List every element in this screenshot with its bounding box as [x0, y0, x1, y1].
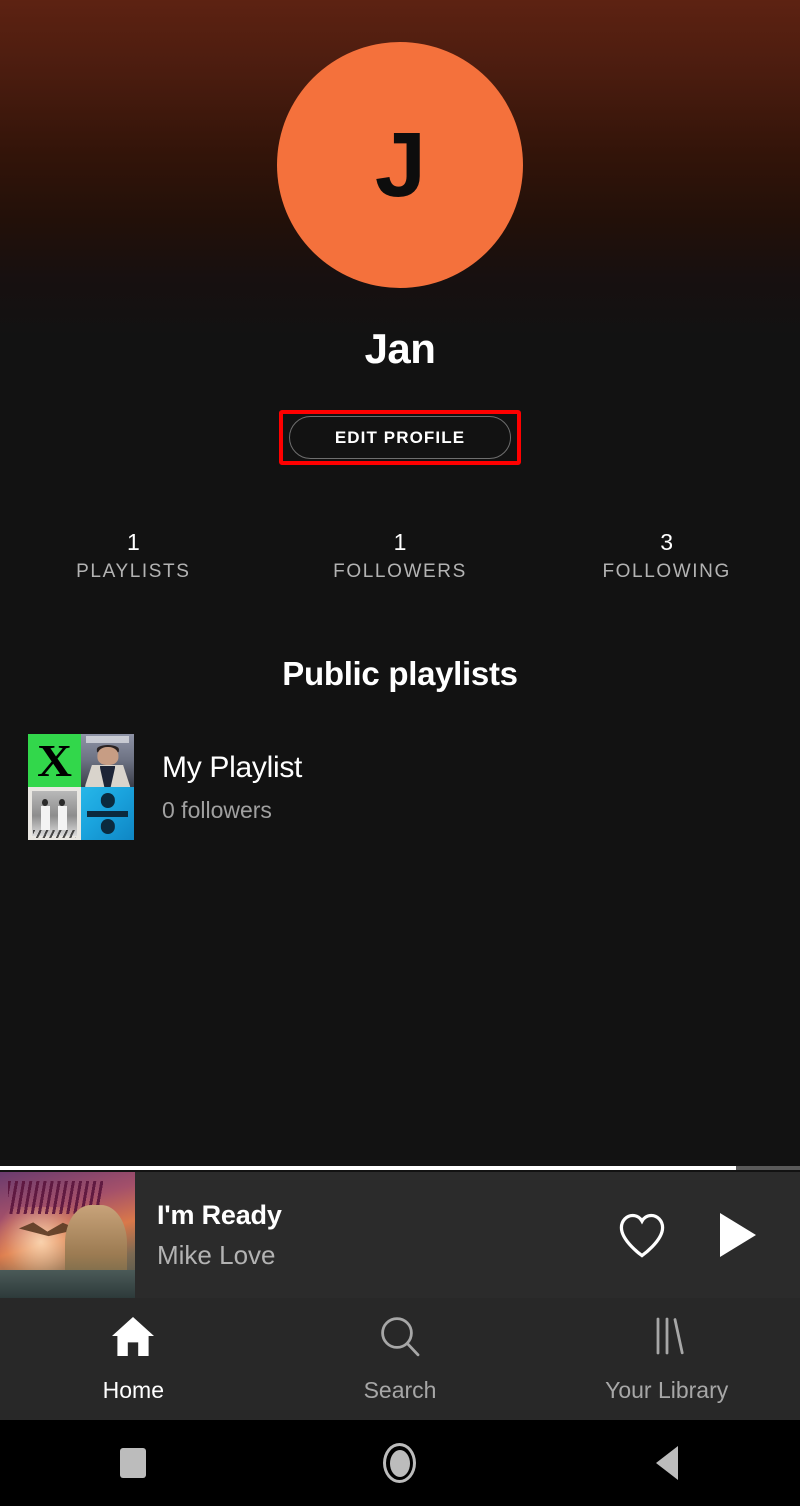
stat-playlists-value: 1 [126, 529, 140, 555]
playlist-cover-x-glyph: X [37, 734, 72, 786]
now-playing-controls [616, 1211, 800, 1259]
play-icon[interactable] [714, 1211, 758, 1259]
stat-followers[interactable]: 1 FOLLOWERS [267, 528, 534, 583]
avatar[interactable]: J [277, 42, 523, 288]
now-playing-album-art [0, 1172, 135, 1298]
tab-search[interactable]: Search [267, 1298, 534, 1420]
edit-profile-button[interactable]: EDIT PROFILE [289, 416, 511, 459]
home-icon [109, 1314, 157, 1363]
tab-your-library[interactable]: Your Library [533, 1298, 800, 1420]
public-playlists-heading: Public playlists [282, 655, 518, 692]
green-x-album-art-icon: X [28, 734, 81, 787]
profile-stats: 1 PLAYLISTS 1 FOLLOWERS 3 FOLLOWING [0, 528, 800, 583]
now-playing-metadata: I'm Ready Mike Love [157, 1200, 282, 1271]
tab-home-label: Home [102, 1377, 165, 1403]
spotify-profile-screen: J Jan EDIT PROFILE 1 PLAYLISTS 1 FOLLOWE… [0, 0, 800, 1506]
bottom-tab-bar: Home Search Your Library [0, 1298, 800, 1420]
now-playing-track-title: I'm Ready [157, 1199, 282, 1230]
stat-followers-value: 1 [393, 529, 407, 555]
stat-following-label: FOLLOWING [602, 560, 731, 582]
android-system-nav [0, 1420, 800, 1506]
playlist-followers: 0 followers [162, 796, 272, 823]
playlist-text-block: My Playlist 0 followers [162, 751, 302, 824]
playlist-list-item[interactable]: X My Playlist 0 followers [28, 732, 772, 842]
home-button[interactable] [340, 1420, 460, 1506]
tab-search-label: Search [363, 1377, 437, 1403]
playback-progress-fill [0, 1166, 736, 1170]
playback-progress-bar[interactable] [0, 1166, 800, 1170]
library-icon [643, 1314, 691, 1363]
page-title: Jan [364, 325, 436, 372]
heart-outline-icon[interactable] [616, 1211, 668, 1259]
playlist-name: My Playlist [162, 750, 303, 784]
stat-playlists[interactable]: 1 PLAYLISTS [0, 528, 267, 583]
recents-button[interactable] [73, 1420, 193, 1506]
square-icon [120, 1448, 147, 1478]
avatar-initial: J [374, 114, 426, 216]
now-playing-bar[interactable]: I'm Ready Mike Love [0, 1166, 800, 1298]
tab-home[interactable]: Home [0, 1298, 267, 1420]
search-icon [376, 1314, 424, 1363]
back-button[interactable] [607, 1420, 727, 1506]
triangle-left-icon [655, 1446, 678, 1480]
tab-your-library-label: Your Library [605, 1377, 729, 1403]
circle-icon [383, 1443, 417, 1483]
stat-following-value: 3 [660, 529, 674, 555]
stat-following[interactable]: 3 FOLLOWING [533, 528, 800, 583]
now-playing-artist: Mike Love [157, 1239, 276, 1270]
stat-playlists-label: PLAYLISTS [76, 560, 191, 582]
playlist-cover-mosaic: X [28, 734, 134, 840]
stat-followers-label: FOLLOWERS [333, 560, 467, 582]
blue-divide-album-art-icon [81, 787, 134, 840]
black-white-photo-album-art-icon [28, 787, 81, 840]
james-arthur-album-art-icon [81, 734, 134, 787]
